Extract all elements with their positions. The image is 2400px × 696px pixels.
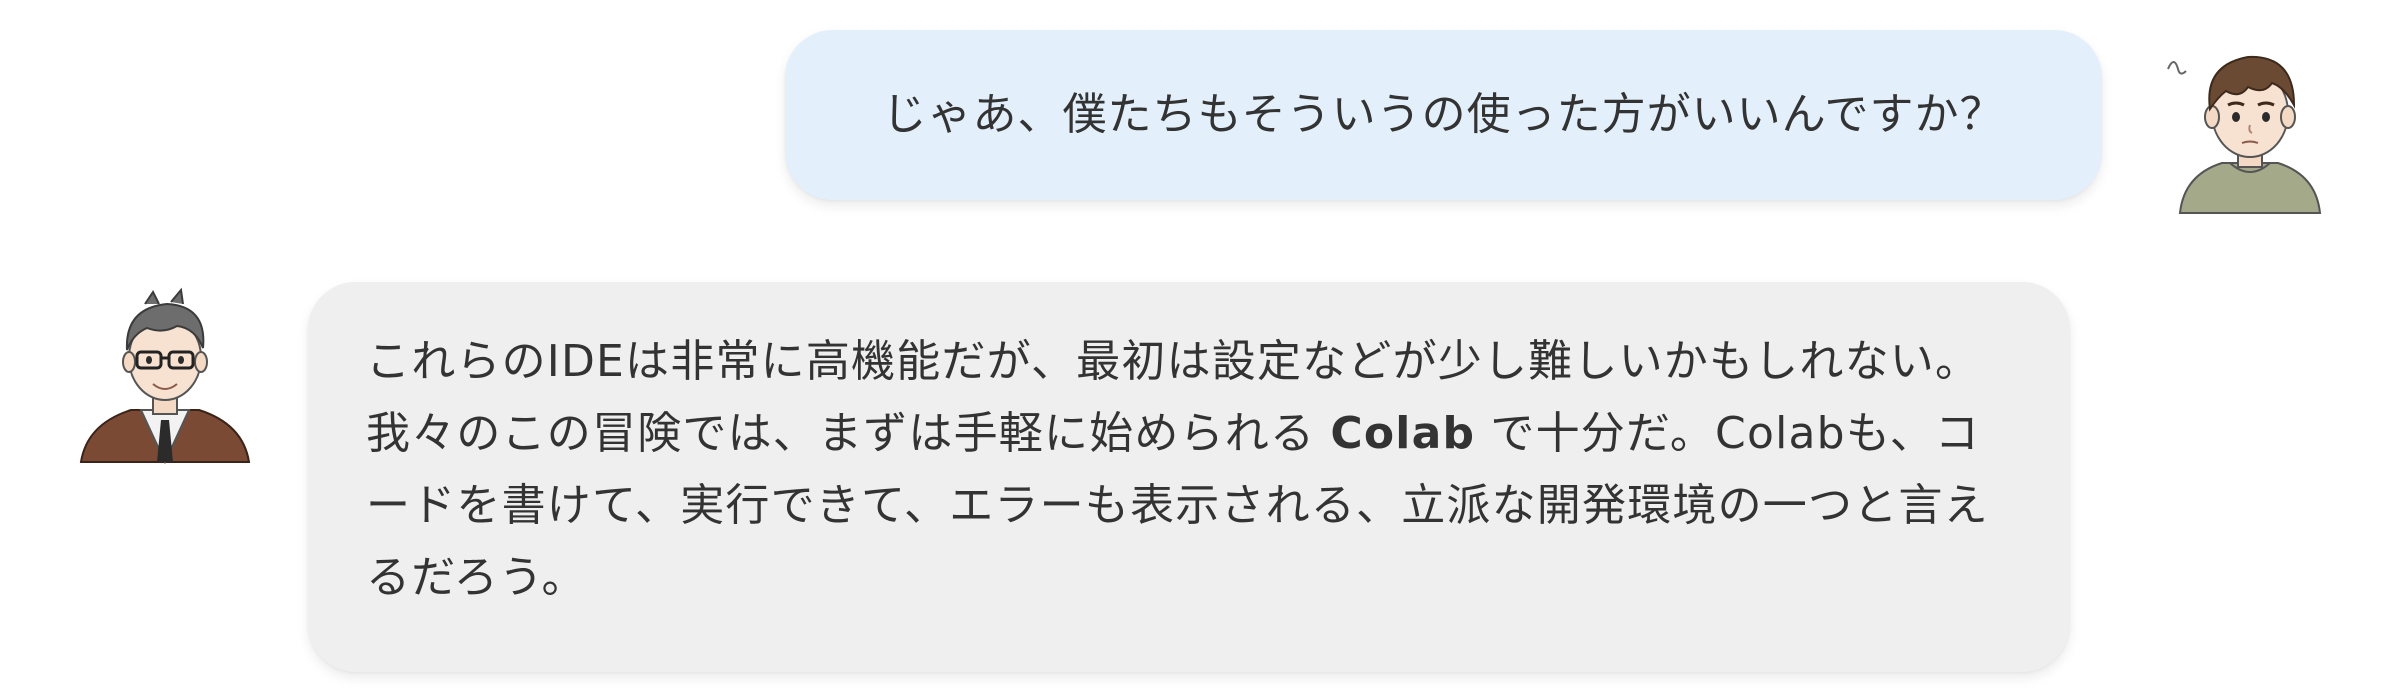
teacher-message-colab-bold: Colab (1330, 408, 1476, 459)
teacher-message-bubble: これらのIDEは非常に高機能だが、最初は設定などが少し難しいかもしれない。我々の… (308, 282, 2070, 672)
message-row-student: じゃあ、僕たちもそういうの使った方がいいんですか？ (0, 30, 2400, 215)
student-avatar-icon (2160, 35, 2340, 215)
message-row-teacher: これらのIDEは非常に高機能だが、最初は設定などが少し難しいかもしれない。我々の… (0, 282, 2400, 678)
student-message-bubble: じゃあ、僕たちもそういうの使った方がいいんですか？ (785, 30, 2102, 200)
chat-conversation: じゃあ、僕たちもそういうの使った方がいいんですか？ これらのIDEは非常に高機能… (0, 0, 2400, 696)
student-message-text: じゃあ、僕たちもそういうの使った方がいいんですか？ (882, 89, 2005, 141)
teacher-message-text: これらのIDEは非常に高機能だが、最初は設定などが少し難しいかもしれない。我々の… (366, 326, 2020, 614)
teacher-avatar-icon (75, 284, 255, 464)
